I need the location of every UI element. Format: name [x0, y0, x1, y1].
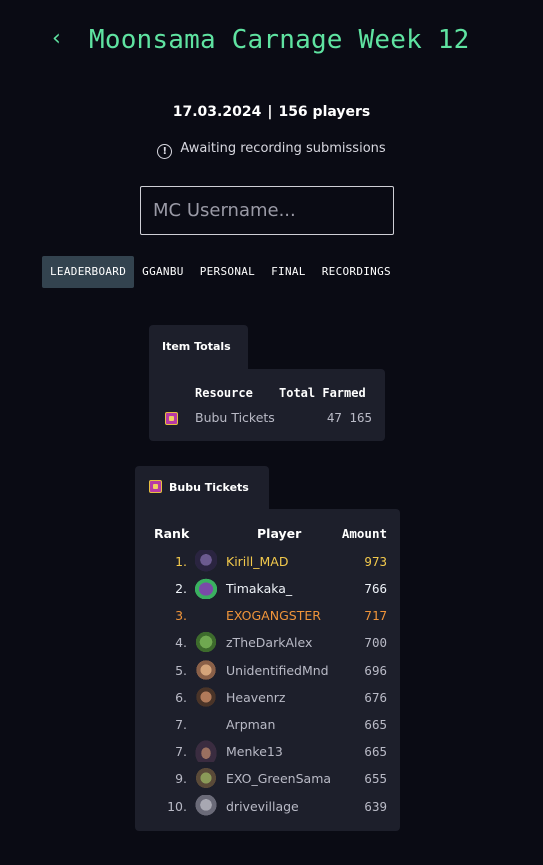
total-farmed-column-header: Total Farmed — [279, 386, 366, 400]
table-row: 6. Heavenrz 676 — [135, 684, 400, 711]
table-row: 5. UnidentifiedMnd 696 — [135, 657, 400, 684]
rank-cell: 7. — [175, 717, 187, 732]
amount-cell: 655 — [364, 771, 387, 786]
amount-cell: 973 — [364, 554, 387, 569]
info-circle-icon: ! — [157, 144, 173, 159]
player-name: zTheDarkAlex — [226, 635, 313, 650]
tab-personal[interactable]: PERSONAL — [192, 256, 263, 288]
rank-cell: 4. — [175, 635, 187, 650]
table-row: 10. drivevillage 639 — [135, 793, 400, 820]
table-row: 2. Timakaka_ 766 — [135, 575, 400, 602]
amount-cell: 700 — [364, 635, 387, 650]
table-row: 1. Kirill_MAD 973 — [135, 548, 400, 575]
amount-cell: 665 — [364, 717, 387, 732]
table-row: 7. Menke13 665 — [135, 738, 400, 765]
player-count: 156 players — [278, 104, 371, 120]
player-name: Timakaka_ — [226, 581, 293, 596]
rank-cell: 5. — [175, 663, 187, 678]
bubu-tickets-tab: Bubu Tickets — [135, 466, 269, 509]
status-text: Awaiting recording submissions — [180, 141, 386, 156]
meta-separator: | — [267, 104, 273, 120]
player-avatar — [195, 631, 217, 653]
amount-cell: 676 — [364, 690, 387, 705]
rank-cell: 10. — [167, 799, 187, 814]
bubu-tickets-tab-label: Bubu Tickets — [169, 481, 249, 494]
tab-final[interactable]: FINAL — [263, 256, 314, 288]
rank-cell: 2. — [175, 581, 187, 596]
table-row: 9. EXO_GreenSama 655 — [135, 765, 400, 792]
page-title: Moonsama Carnage Week 12 — [89, 25, 470, 55]
table-row: 7. Arpman 665 — [135, 711, 400, 738]
rank-cell: 1. — [175, 554, 187, 569]
table-row: 3. EXOGANGSTER 717 — [135, 602, 400, 629]
player-name: Kirill_MAD — [226, 554, 289, 569]
amount-cell: 639 — [364, 799, 387, 814]
rank-cell: 7. — [175, 744, 187, 759]
resource-name: Bubu Tickets — [195, 410, 275, 425]
player-name: UnidentifiedMnd — [226, 663, 329, 678]
amount-cell: 766 — [364, 581, 387, 596]
rank-cell: 9. — [175, 771, 187, 786]
event-date: 17.03.2024 — [172, 104, 262, 120]
item-totals-tab: Item Totals — [149, 325, 248, 369]
player-avatar — [195, 795, 217, 817]
player-avatar — [195, 767, 217, 789]
amount-cell: 696 — [364, 663, 387, 678]
rank-cell: 3. — [175, 608, 187, 623]
player-name: Arpman — [226, 717, 276, 732]
player-avatar — [195, 686, 217, 708]
player-avatar — [195, 550, 217, 572]
player-name: EXO_GreenSama — [226, 771, 332, 786]
rank-column-header: Rank — [154, 526, 190, 541]
amount-column-header: Amount — [341, 526, 387, 541]
username-search-input[interactable] — [140, 186, 394, 235]
player-column-header: Player — [257, 526, 302, 541]
tab-bar: LEADERBOARD GGANBU PERSONAL FINAL RECORD… — [42, 256, 399, 288]
resource-column-header: Resource — [195, 386, 253, 400]
leaderboard-table: Rank Player Amount 1. Kirill_MAD 973 2. … — [135, 509, 400, 831]
player-name: EXOGANGSTER — [226, 608, 321, 623]
chevron-left-icon[interactable]: ‹ — [52, 26, 74, 52]
event-meta: 17.03.2024 | 156 players — [0, 104, 543, 120]
resource-total: 47 165 — [326, 410, 372, 425]
rank-cell: 6. — [175, 690, 187, 705]
amount-cell: 717 — [364, 608, 387, 623]
item-totals-card: Resource Total Farmed Bubu Tickets 47 16… — [149, 369, 385, 441]
player-avatar — [195, 740, 217, 762]
player-name: drivevillage — [226, 799, 299, 814]
player-name: Menke13 — [226, 744, 283, 759]
page-header: ‹ Moonsama Carnage Week 12 — [0, 22, 543, 60]
tab-leaderboard[interactable]: LEADERBOARD — [42, 256, 135, 288]
player-name: Heavenrz — [226, 690, 286, 705]
tab-recordings[interactable]: RECORDINGS — [314, 256, 399, 288]
player-avatar — [195, 659, 217, 681]
bubu-ticket-icon — [165, 412, 178, 425]
status-message: ! Awaiting recording submissions — [0, 141, 543, 159]
amount-cell: 665 — [364, 744, 387, 759]
table-row: 4. zTheDarkAlex 700 — [135, 629, 400, 656]
tab-gganbu[interactable]: GGANBU — [134, 256, 192, 288]
bubu-ticket-icon — [149, 480, 162, 493]
player-avatar — [193, 577, 219, 599]
